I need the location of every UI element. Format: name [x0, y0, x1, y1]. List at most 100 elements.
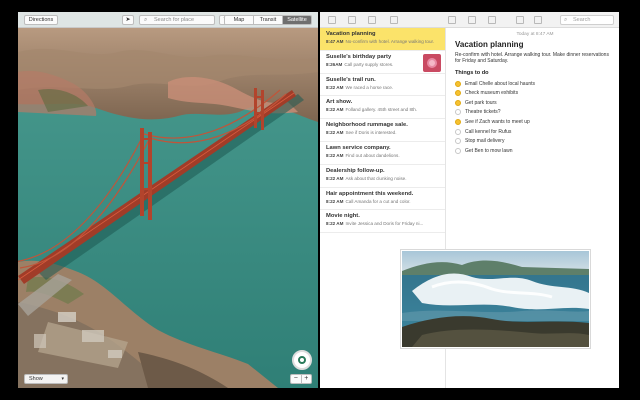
flower-thumbnail-icon — [423, 53, 441, 72]
note-preview: Call Amanda for a cut and color. — [345, 198, 411, 204]
list-item[interactable]: Suselle's trail run. 8:22 AM We raced a h… — [320, 74, 445, 97]
compass-icon[interactable] — [292, 350, 312, 370]
note-title: Vacation planning — [326, 31, 376, 37]
checklist-icon[interactable] — [448, 16, 456, 24]
checklist-item: Check museum exhibits — [455, 88, 615, 98]
note-title: Neighborhood rummage sale. — [326, 122, 408, 129]
checkbox[interactable] — [455, 118, 461, 125]
note-title: Suselle's trail run. — [326, 76, 376, 83]
note-preview: No-confirm with hotel. Arrange walking t… — [345, 39, 435, 44]
note-title: Hair appointment this weekend. — [326, 190, 414, 197]
checklist-text: Get park tours — [465, 99, 497, 106]
list-item[interactable]: Hair appointment this weekend. 8:22 AM Ca… — [320, 188, 445, 211]
checklist-item: Email Chelle about local haunts — [455, 79, 615, 89]
checklist-text: See if Zach wants to meet up — [465, 118, 530, 125]
note-time: 8:22 AM — [326, 175, 344, 181]
list-item[interactable]: Art show. 8:22 AM Folland gallery. 45th s… — [320, 96, 445, 120]
checklist-text: Theatre tickets? — [465, 109, 501, 116]
checkbox[interactable] — [455, 109, 461, 116]
checklist-item: See if Zach wants to meet up — [455, 117, 615, 127]
note-preview: See if Doris is interested. — [345, 130, 397, 136]
note-preview: Ask about that clunking noise. — [345, 175, 407, 181]
note-preview: Invite Jessica and Doris for Friday ni..… — [345, 221, 424, 227]
list-item[interactable]: Dealership follow-up. 8:22 AM Ask about t… — [320, 165, 445, 188]
checklist-item: Stop mail delivery — [455, 136, 615, 146]
show-dropdown[interactable]: Show ▾ — [24, 374, 68, 384]
list-item[interactable]: Suselle's birthday party 8:26AM Call part… — [320, 51, 445, 74]
list-item[interactable]: Movie night. 8:22 AM Invite Jessica and D… — [320, 210, 445, 234]
note-time: 8:22 AM — [326, 107, 344, 113]
note-preview: We raced a horse race. — [345, 84, 394, 90]
notes-search-input[interactable]: ⌕ Search — [560, 15, 614, 25]
tab-transit[interactable]: Transit — [254, 16, 283, 24]
note-preview: Folland gallery. 45th street and 8th. — [345, 107, 418, 113]
zoom-out-button[interactable]: − — [291, 375, 302, 383]
note-preview: Find out about dandelions. — [345, 152, 400, 158]
list-item[interactable]: Lawn service company. 8:22 AM Find out ab… — [320, 142, 445, 165]
checkbox[interactable] — [455, 128, 461, 135]
checkbox[interactable] — [455, 80, 461, 87]
table-icon[interactable] — [468, 16, 476, 24]
tab-satellite[interactable]: Satellite — [283, 16, 311, 24]
search-icon: ⌕ — [564, 17, 568, 23]
search-placeholder: Search for place — [154, 17, 195, 23]
compose-icon[interactable] — [390, 16, 398, 24]
trash-icon[interactable] — [368, 16, 376, 24]
screen: Directions ➤ ⌕ Search for place ⇪ Map Tr… — [0, 0, 640, 400]
search-icon: ⌕ — [144, 17, 148, 23]
location-arrow-icon: ➤ — [125, 17, 131, 23]
note-time: 8:22 AM — [326, 221, 344, 227]
ocean-photo-attachment[interactable] — [400, 249, 591, 349]
note-preview: Call party supply stores. — [344, 61, 394, 67]
checklist-text: Call kennel for Rufus — [465, 128, 512, 135]
checklist-text: Stop mail delivery — [465, 138, 505, 145]
note-title: Movie night. — [326, 213, 360, 220]
current-location-button[interactable]: ➤ — [122, 15, 134, 25]
checkbox[interactable] — [455, 99, 461, 106]
note-title: Lawn service company. — [326, 144, 391, 151]
tab-map[interactable]: Map — [225, 16, 254, 24]
note-time: 8:22 AM — [326, 84, 344, 90]
note-title: Art show. — [326, 99, 353, 106]
show-dropdown-label: Show — [29, 376, 43, 382]
checklist-item: Get park tours — [455, 98, 615, 108]
chevron-down-icon: ▾ — [61, 376, 64, 382]
photo-icon[interactable] — [488, 16, 496, 24]
checkbox[interactable] — [455, 138, 461, 145]
list-item[interactable]: Vacation planning 8:47 AM No-confirm with… — [320, 28, 445, 51]
checkbox[interactable] — [455, 147, 461, 154]
notes-window: ⌕ Search Vacation planning 8:47 AM No-con… — [320, 12, 619, 388]
notes-toolbar: ⌕ Search — [320, 12, 619, 28]
list-item[interactable]: Neighborhood rummage sale. 8:22 AM See if… — [320, 119, 445, 142]
note-time: 8:22 AM — [326, 152, 344, 158]
maps-window[interactable]: Directions ➤ ⌕ Search for place ⇪ Map Tr… — [18, 12, 318, 388]
notes-search-placeholder: Search — [573, 17, 591, 23]
grid-view-icon[interactable] — [348, 16, 356, 24]
directions-button[interactable]: Directions — [24, 15, 58, 25]
sidebar-toggle-icon[interactable] — [328, 16, 336, 24]
note-time: 8:22 AM — [326, 198, 344, 204]
ocean-wave-image — [402, 251, 589, 347]
note-date: Today at 8:47 AM — [516, 32, 554, 37]
checklist-item: Theatre tickets? — [455, 108, 615, 118]
maps-toolbar: Directions ➤ ⌕ Search for place ⇪ Map Tr… — [18, 12, 318, 28]
note-time: 8:26AM — [326, 61, 343, 67]
note-title: Dealership follow-up. — [326, 167, 385, 174]
share-icon[interactable] — [534, 16, 542, 24]
note-time: 8:47 AM — [326, 39, 344, 44]
note-time: 8:22 AM — [326, 130, 344, 136]
map-mode-segmented-control: Map Transit Satellite — [224, 15, 312, 25]
checklist-text: Get Ben to mow lawn — [465, 147, 513, 154]
satellite-map-view[interactable] — [18, 12, 318, 388]
checklist-item: Call kennel for Rufus — [455, 127, 615, 137]
checklist-item: Get Ben to mow lawn — [455, 146, 615, 156]
lock-icon[interactable] — [516, 16, 524, 24]
search-input[interactable]: ⌕ Search for place — [139, 15, 215, 25]
checklist-text: Check museum exhibits — [465, 90, 519, 97]
note-heading: Vacation planning — [455, 40, 524, 49]
checklist-text: Email Chelle about local haunts — [465, 80, 536, 87]
zoom-control: − + — [290, 374, 312, 384]
checkbox[interactable] — [455, 90, 461, 97]
zoom-in-button[interactable]: + — [302, 375, 312, 383]
note-body: Re-confirm with hotel. Arrange walking t… — [455, 52, 609, 65]
